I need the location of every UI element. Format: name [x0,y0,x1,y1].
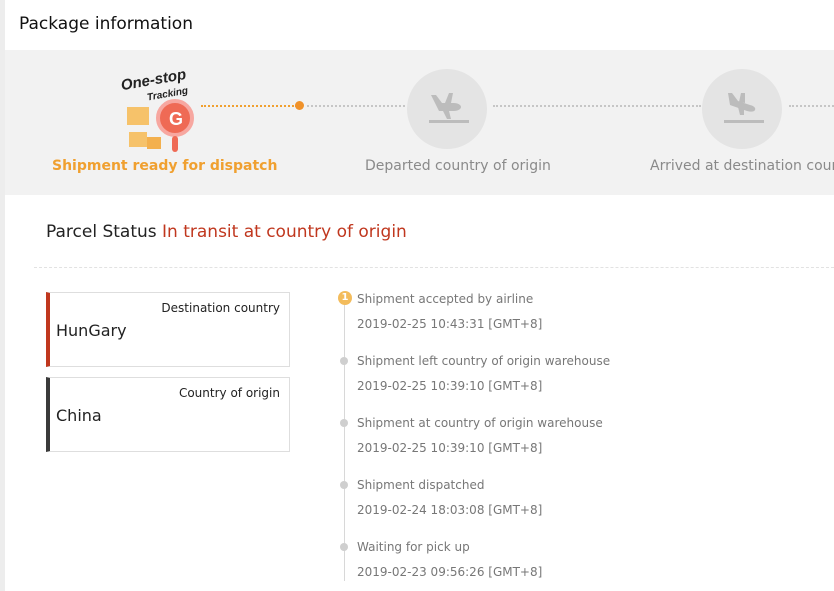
timeline-event-time: 2019-02-24 18:03:08 [GMT+8] [357,503,543,517]
timeline-event-title: Waiting for pick up [357,540,470,554]
timeline-event-title: Shipment dispatched [357,478,485,492]
origin-country-label: Country of origin [178,386,280,400]
timeline-dot [340,419,348,427]
timeline-dot [340,481,348,489]
svg-text:G: G [169,109,183,129]
parcel-status-value: In transit at country of origin [162,222,407,242]
timeline-event-time: 2019-02-25 10:39:10 [GMT+8] [357,379,543,393]
timeline-event-title: Shipment at country of origin warehouse [357,416,603,430]
destination-country-label: Destination country [161,301,280,315]
step-label-ready-for-dispatch: Shipment ready for dispatch [52,158,278,174]
pending-connector [307,105,405,107]
plane-landing-icon [702,69,782,149]
timeline-event-title: Shipment left country of origin warehous… [357,354,611,368]
timeline-event-title: Shipment accepted by airline [357,292,534,306]
parcel-status: Parcel Status In transit at country of o… [46,222,407,242]
progress-marker [295,101,304,110]
divider [34,267,834,268]
step-label-arrived-destination: Arrived at destination country [650,158,834,174]
timeline-event-time: 2019-02-25 10:43:31 [GMT+8] [357,317,543,331]
timeline-line [344,300,345,581]
step-label-departed-origin: Departed country of origin [365,158,551,174]
origin-country-value: China [56,406,102,425]
page-title: Package information [19,14,193,34]
timeline-event-time: 2019-02-23 09:56:26 [GMT+8] [357,565,543,579]
package-info-card: Package information One-stop Tracking G [5,0,834,591]
destination-country-value: HunGary [56,321,127,340]
plane-takeoff-icon [407,69,487,149]
destination-country-box: Destination country HunGary [46,292,290,367]
progress-connector [201,105,297,107]
latest-event-marker: 1 [338,291,352,305]
tracking-stepper: One-stop Tracking G Shipment ready for d… [5,50,834,195]
one-stop-tracking-logo: One-stop Tracking G [117,62,207,157]
timeline-dot [340,357,348,365]
timeline-dot [340,543,348,551]
parcel-status-label: Parcel Status [46,222,157,242]
origin-country-box: Country of origin China [46,377,290,452]
pending-connector [789,105,834,107]
pending-connector [493,105,701,107]
timeline-event-time: 2019-02-25 10:39:10 [GMT+8] [357,441,543,455]
